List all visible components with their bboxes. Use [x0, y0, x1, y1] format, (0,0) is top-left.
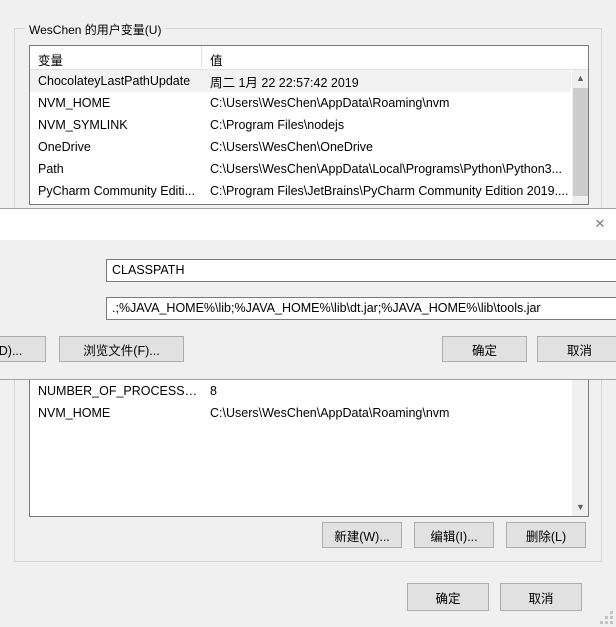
user-variables-list[interactable]: 变量 值 ChocolateyLastPathUpdate 周二 1月 22 22… — [29, 45, 589, 205]
user-variables-group-label: WesChen 的用户变量(U) — [25, 21, 166, 38]
new-variable-ok-button[interactable]: 确定 — [442, 336, 527, 362]
user-list-header-variable[interactable]: 变量 — [30, 46, 202, 69]
table-row[interactable]: Path C:\Users\WesChen\AppData\Local\Progr… — [30, 158, 571, 180]
browse-file-button[interactable]: 浏览文件(F)... — [59, 336, 184, 362]
variable-name-input[interactable]: CLASSPATH — [106, 259, 616, 282]
user-variable-row-name: NVM_SYMLINK — [38, 118, 128, 132]
user-variables-group: WesChen 的用户变量(U) 变量 值 ChocolateyLastPath… — [14, 21, 602, 218]
user-variable-row-name: PyCharm Community Editi... — [38, 184, 195, 198]
table-row[interactable]: NVM_HOME C:\Users\WesChen\AppData\Roaming… — [30, 92, 571, 114]
user-variable-row-value: C:\Users\WesChen\AppData\Local\Programs\… — [210, 162, 563, 176]
system-delete-button[interactable]: 删除(L) — [506, 522, 586, 548]
user-variable-row-name: OneDrive — [38, 140, 91, 154]
user-list-scroll-thumb[interactable] — [573, 88, 588, 196]
system-edit-button[interactable]: 编辑(I)... — [414, 522, 494, 548]
user-list-body: ChocolateyLastPathUpdate 周二 1月 22 22:57:4… — [30, 70, 571, 204]
table-row[interactable]: PyCharm Community Editi... C:\Program Fil… — [30, 180, 571, 202]
ok-button[interactable]: 确定 — [407, 583, 489, 611]
resize-grip-icon[interactable] — [600, 611, 613, 624]
user-list-scrollbar[interactable]: ▲ — [571, 70, 588, 204]
table-row[interactable]: OneDrive C:\Users\WesChen\OneDrive — [30, 136, 571, 158]
scroll-down-icon[interactable]: ▼ — [572, 499, 588, 516]
table-row[interactable]: ChocolateyLastPathUpdate 周二 1月 22 22:57:4… — [30, 70, 571, 92]
user-variable-row-value: C:\Users\WesChen\OneDrive — [210, 140, 374, 154]
user-variable-row-value: 周二 1月 22 22:57:42 2019 — [210, 75, 359, 90]
new-variable-titlebar[interactable]: 新建系统变量 ✕ — [0, 209, 616, 240]
system-new-button[interactable]: 新建(W)... — [322, 522, 402, 548]
system-variable-row-value: C:\Users\WesChen\AppData\Roaming\nvm — [210, 406, 450, 420]
variable-value-input[interactable]: .;%JAVA_HOME%\lib;%JAVA_HOME%\lib\dt.jar… — [106, 297, 616, 320]
new-system-variable-dialog: 新建系统变量 ✕ 变量名(N): CLASSPATH 变量值(V): .;%JA… — [0, 208, 616, 380]
system-variable-row-name: NVM_HOME — [38, 406, 111, 420]
new-variable-body: 变量名(N): CLASSPATH 变量值(V): .;%JAVA_HOME%\… — [0, 240, 616, 379]
user-variable-row-name: NVM_HOME — [38, 96, 111, 110]
close-icon[interactable]: ✕ — [577, 209, 616, 239]
user-list-header: 变量 值 — [30, 46, 588, 70]
table-row[interactable]: NUMBER_OF_PROCESSORS 8 — [30, 380, 571, 402]
scroll-up-icon[interactable]: ▲ — [572, 70, 588, 87]
cancel-button[interactable]: 取消 — [500, 583, 582, 611]
user-variable-row-name: Path — [38, 162, 64, 176]
user-variable-row-value: C:\Program Files\JetBrains\PyCharm Commu… — [210, 184, 569, 198]
user-variable-row-name: ChocolateyLastPathUpdate — [38, 74, 191, 88]
system-variable-row-value: 8 — [210, 384, 217, 398]
table-row[interactable]: NVM_SYMLINK C:\Program Files\nodejs — [30, 114, 571, 136]
system-variable-row-name: NUMBER_OF_PROCESSORS — [38, 384, 202, 398]
user-variable-row-value: C:\Program Files\nodejs — [210, 118, 345, 132]
table-row[interactable]: NVM_HOME C:\Users\WesChen\AppData\Roaming… — [30, 402, 571, 424]
browse-directory-button[interactable]: 浏览目录(D)... — [0, 336, 46, 362]
new-variable-cancel-button[interactable]: 取消 — [537, 336, 616, 362]
user-list-header-value[interactable]: 值 — [202, 46, 588, 69]
user-variable-row-value: C:\Users\WesChen\AppData\Roaming\nvm — [210, 96, 450, 110]
